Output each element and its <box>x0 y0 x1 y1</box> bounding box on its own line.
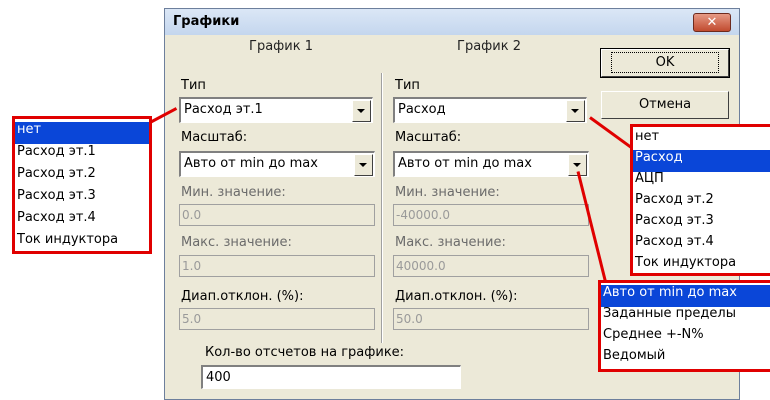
graph1-scale-label: Масштаб: <box>181 130 248 145</box>
popup-left-list: нет Расход эт.1 Расход эт.2 Расход эт.3 … <box>12 116 152 254</box>
samples-value: 400 <box>206 370 231 385</box>
graph1-min-field: 0.0 <box>179 204 375 226</box>
popup-type-item[interactable]: Расход эт.2 <box>633 192 770 214</box>
column-divider <box>381 73 383 343</box>
popup-type-item[interactable]: АЦП <box>633 171 770 193</box>
graph1-scale-select[interactable]: Авто от min до max <box>179 151 375 177</box>
graph2-type-select[interactable]: Расход <box>393 97 587 123</box>
chevron-down-icon[interactable] <box>566 100 585 122</box>
graph1-dev-value: 5.0 <box>182 312 202 326</box>
dialog-title: Графики <box>173 14 240 29</box>
graph1-dev-label: Диап.отклон. (%): <box>181 289 304 304</box>
samples-label: Кол-во отсчетов на графике: <box>205 345 405 360</box>
title-bar[interactable]: Графики ✕ <box>165 9 739 35</box>
graph1-min-value: 0.0 <box>182 208 202 222</box>
chevron-down-icon[interactable] <box>354 154 373 176</box>
samples-input[interactable]: 400 <box>201 365 461 389</box>
ok-button[interactable]: OK <box>600 48 730 78</box>
graph2-max-value: 40000.0 <box>396 259 446 273</box>
graph2-dev-value: 50.0 <box>396 312 423 326</box>
graph2-min-field: -40000.0 <box>393 204 589 226</box>
cancel-button[interactable]: Отмена <box>601 91 729 119</box>
graph2-dev-label: Диап.отклон. (%): <box>395 289 518 304</box>
popup-type-item[interactable]: Ток индуктора <box>633 255 770 277</box>
popup-type-item[interactable]: нет <box>633 129 770 151</box>
popup-scale-list: Авто от min до max Заданные пределы Сред… <box>598 280 770 372</box>
graph2-type-label: Тип <box>395 78 420 93</box>
graph1-dev-field: 5.0 <box>179 308 375 330</box>
graph1-header: График 1 <box>249 39 313 54</box>
graph1-min-label: Мин. значение: <box>181 185 286 200</box>
graph2-type-value: Расход <box>398 102 446 117</box>
ok-button-label: OK <box>610 52 720 73</box>
popup-left-item[interactable]: Расход эт.1 <box>15 144 149 166</box>
graph1-type-value: Расход эт.1 <box>184 102 263 117</box>
popup-scale-item[interactable]: Среднее +-N% <box>601 327 770 349</box>
close-button[interactable]: ✕ <box>693 13 731 32</box>
graph1-max-field: 1.0 <box>179 255 375 277</box>
popup-left-item[interactable]: Расход эт.2 <box>15 166 149 188</box>
popup-type-item[interactable]: Расход эт.3 <box>633 213 770 235</box>
popup-left-item[interactable]: Расход эт.4 <box>15 210 149 232</box>
popup-type-item[interactable]: Расход эт.4 <box>633 234 770 256</box>
graph1-max-label: Макс. значение: <box>181 235 292 250</box>
graph2-min-label: Мин. значение: <box>395 185 500 200</box>
popup-scale-item[interactable]: Ведомый <box>601 348 770 370</box>
graph1-scale-value: Авто от min до max <box>184 156 318 171</box>
popup-right-type-list: нет Расход АЦП Расход эт.2 Расход эт.3 Р… <box>630 124 770 276</box>
popup-type-item[interactable]: Расход <box>633 150 770 172</box>
popup-left-item[interactable]: Расход эт.3 <box>15 188 149 210</box>
graph1-type-label: Тип <box>181 78 206 93</box>
graph2-min-value: -40000.0 <box>396 208 450 222</box>
graph2-dev-field: 50.0 <box>393 308 589 330</box>
graph2-scale-value: Авто от min до max <box>398 156 532 171</box>
popup-left-item[interactable]: Ток индуктора <box>15 232 149 254</box>
popup-left-item[interactable]: нет <box>15 122 149 144</box>
graph2-scale-select[interactable]: Авто от min до max <box>393 151 589 177</box>
graph1-type-select[interactable]: Расход эт.1 <box>179 97 373 123</box>
graph2-max-field: 40000.0 <box>393 255 589 277</box>
graph2-header: График 2 <box>457 39 521 54</box>
popup-scale-item[interactable]: Заданные пределы <box>601 306 770 328</box>
popup-scale-item[interactable]: Авто от min до max <box>601 285 770 307</box>
graph2-max-label: Макс. значение: <box>395 235 506 250</box>
graph1-max-value: 1.0 <box>182 259 202 273</box>
graph2-scale-label: Масштаб: <box>395 130 462 145</box>
chevron-down-icon[interactable] <box>352 100 371 122</box>
